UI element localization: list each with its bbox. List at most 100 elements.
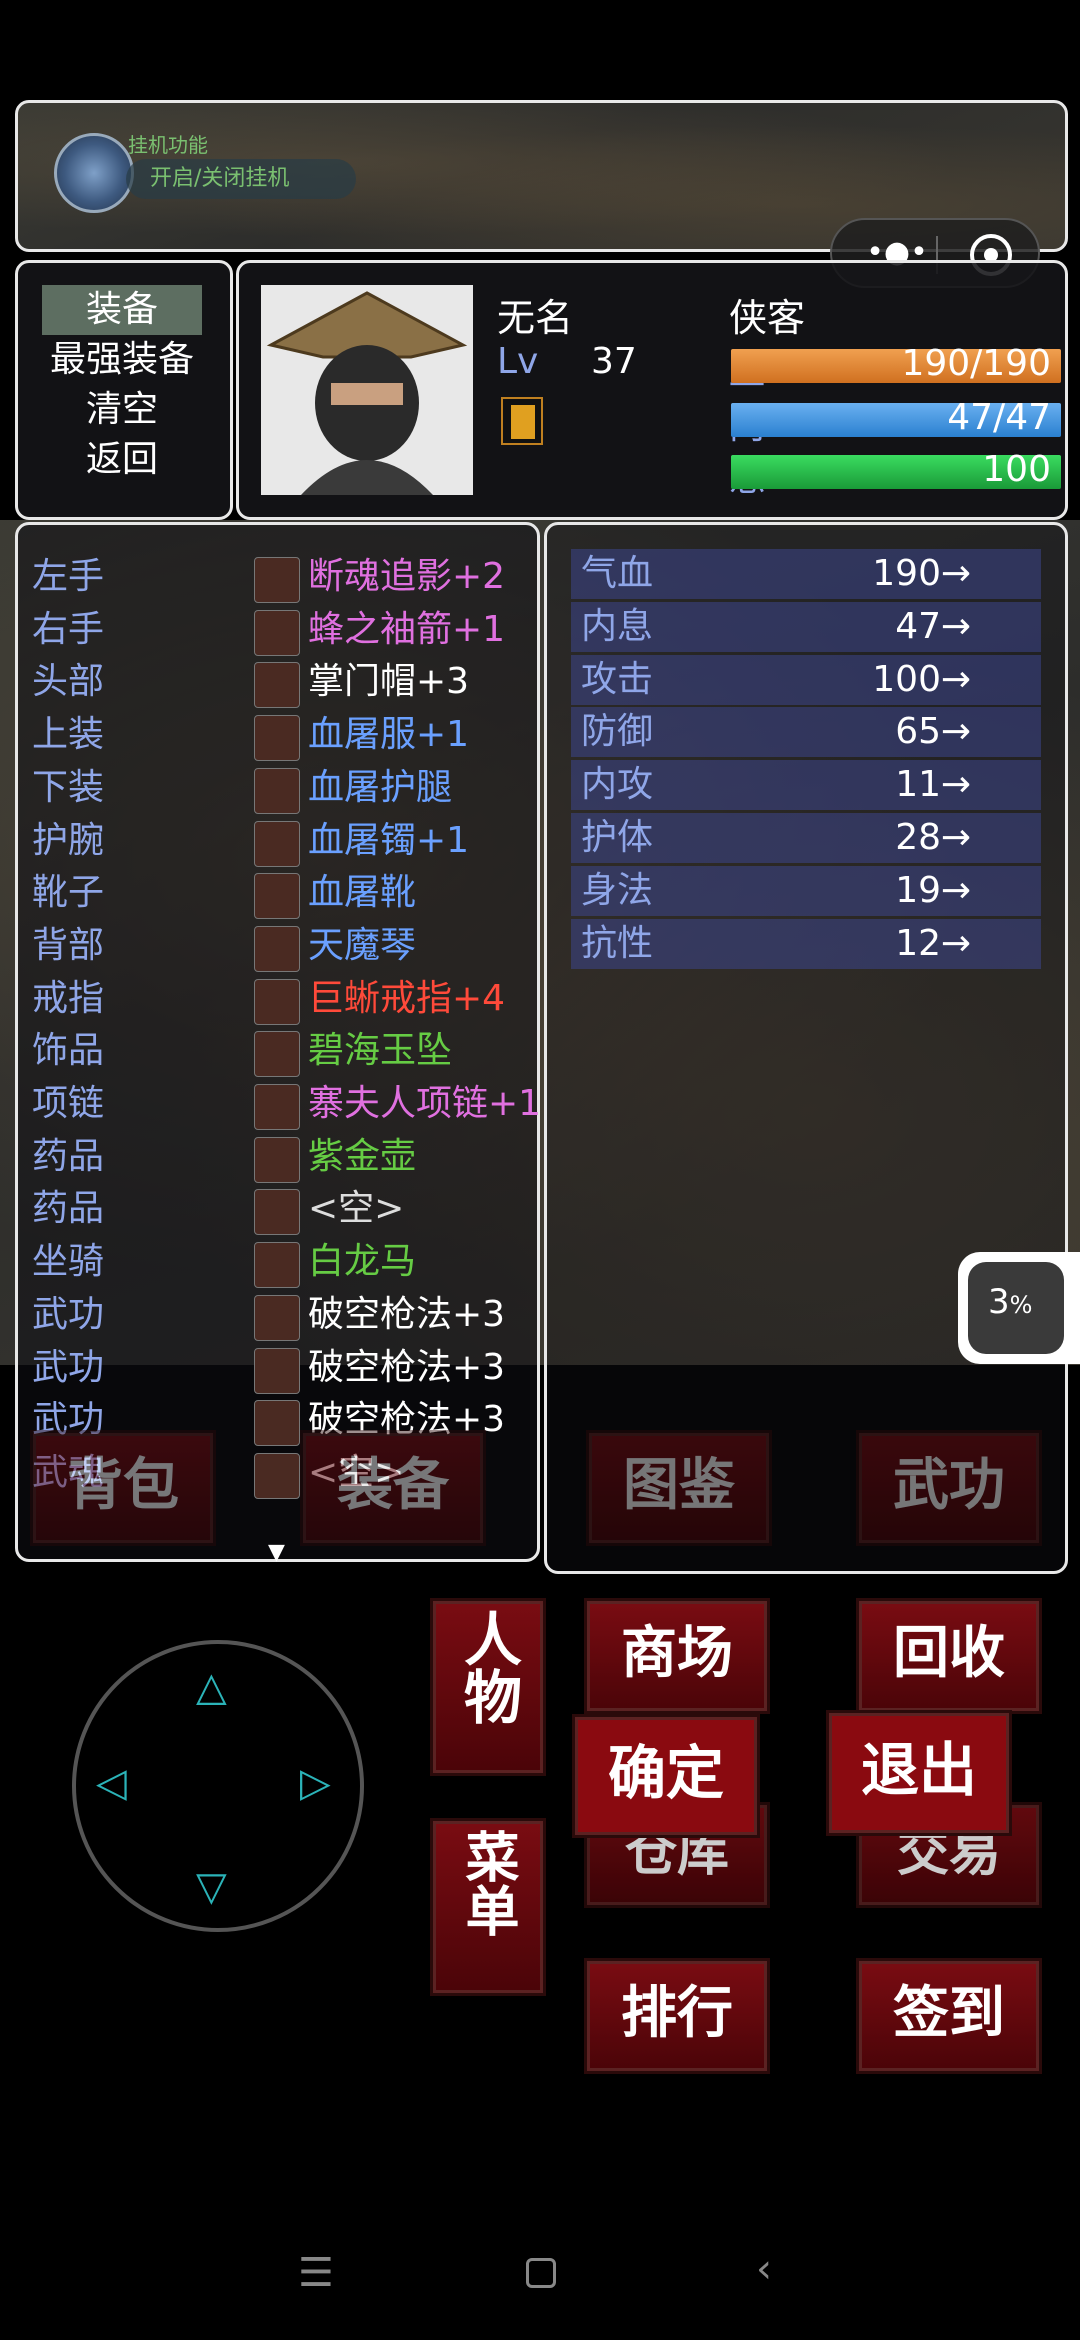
side-menu-panel: 装备 最强装备 清空 返回 bbox=[15, 260, 233, 520]
item-icon[interactable] bbox=[254, 820, 300, 867]
percent-badge[interactable]: 3% bbox=[958, 1252, 1080, 1364]
equipment-item-name: 寨夫人项链+1 bbox=[308, 1083, 542, 1124]
token-icon[interactable] bbox=[501, 397, 543, 445]
dpad-down-icon[interactable]: ▽ bbox=[196, 1864, 227, 1910]
item-icon[interactable] bbox=[254, 1084, 300, 1130]
confirm-button[interactable]: 确定 bbox=[572, 1714, 760, 1838]
dpad-right-icon[interactable]: ▷ bbox=[300, 1760, 331, 1806]
exit-button[interactable]: 退出 bbox=[826, 1710, 1012, 1836]
equipment-item-name: 碧海玉坠 bbox=[308, 1030, 453, 1072]
equipment-row[interactable]: 武功 破空枪法+3 bbox=[32, 1289, 505, 1341]
stat-value: 47 bbox=[895, 605, 941, 647]
equipment-row[interactable]: 戒指 巨蜥戒指+4 bbox=[32, 973, 505, 1025]
item-icon[interactable] bbox=[254, 1347, 300, 1394]
equipment-item-name: 破空枪法+3 bbox=[308, 1346, 506, 1388]
item-icon[interactable] bbox=[254, 873, 300, 920]
dpad-up-icon[interactable]: △ bbox=[196, 1664, 227, 1710]
equipment-slot-label: 武功 bbox=[32, 1346, 105, 1388]
stat-name: 防御 bbox=[581, 711, 654, 753]
item-icon[interactable] bbox=[254, 978, 300, 1025]
stat-name: 身法 bbox=[581, 869, 654, 911]
stat-row: 内息 47 → bbox=[571, 601, 1041, 652]
stat-row: 抗性 12 → bbox=[571, 918, 1041, 969]
equipment-slot-label: 左手 bbox=[32, 556, 105, 597]
shop-button[interactable]: 商场 bbox=[584, 1598, 770, 1714]
bg-menu-button: 背包 bbox=[30, 1430, 216, 1546]
menu-button[interactable]: 菜单 bbox=[430, 1818, 546, 1996]
bg-menu-button: 装备 bbox=[300, 1430, 486, 1546]
equipment-row[interactable]: 头部 掌门帽+3 bbox=[32, 656, 469, 709]
stat-arrow: → bbox=[940, 764, 971, 806]
stat-arrow: → bbox=[940, 869, 971, 911]
item-icon[interactable] bbox=[254, 1294, 300, 1341]
equipment-item-name: 白龙马 bbox=[308, 1241, 417, 1283]
equipment-row[interactable]: 上装 血屠服+1 bbox=[32, 709, 469, 762]
equipment-slot-label: 坐骑 bbox=[32, 1241, 105, 1283]
stat-arrow: → bbox=[940, 711, 971, 753]
equipment-row[interactable]: 项链 寨夫人项链+1 bbox=[32, 1078, 541, 1130]
recycle-button[interactable]: 回收 bbox=[856, 1598, 1042, 1714]
equipment-row[interactable]: 坐骑 白龙马 bbox=[32, 1236, 416, 1289]
equipment-slot-label: 戒指 bbox=[32, 977, 105, 1019]
side-menu-item[interactable]: 最强装备 bbox=[42, 335, 202, 385]
equipment-row[interactable]: 药品 紫金壶 bbox=[32, 1131, 416, 1183]
equipment-row[interactable]: 左手 断魂追影+2 bbox=[32, 551, 505, 603]
item-icon[interactable] bbox=[254, 767, 300, 814]
back-icon[interactable]: ‹ bbox=[756, 2246, 772, 2292]
mp-text: 47/47 bbox=[947, 397, 1051, 438]
stat-row: 气血 190 → bbox=[571, 549, 1041, 599]
equipment-row[interactable]: 饰品 碧海玉坠 bbox=[32, 1025, 452, 1078]
character-portrait bbox=[261, 285, 473, 495]
recent-apps-icon[interactable]: ☰ bbox=[298, 2250, 334, 2296]
stat-name: 内攻 bbox=[581, 764, 654, 806]
hp-text: 190/190 bbox=[901, 343, 1051, 384]
home-icon[interactable] bbox=[526, 2258, 556, 2288]
equipment-slot-label: 靴子 bbox=[32, 872, 105, 914]
equipment-row[interactable]: 护腕 血屠镯+1 bbox=[32, 815, 469, 867]
equipment-row[interactable]: 靴子 血屠靴 bbox=[32, 867, 416, 920]
dpad[interactable]: △ ▽ ◁ ▷ bbox=[72, 1640, 364, 1932]
equipment-slot-label: 项链 bbox=[32, 1083, 105, 1124]
stat-name: 内息 bbox=[581, 605, 654, 647]
stat-value: 19 bbox=[895, 869, 941, 911]
auto-play-toggle[interactable]: 开启/关闭挂机 bbox=[126, 159, 356, 199]
side-menu-item[interactable]: 装备 bbox=[42, 285, 202, 335]
character-button[interactable]: 人物 bbox=[430, 1598, 546, 1776]
dpad-left-icon[interactable]: ◁ bbox=[96, 1760, 127, 1806]
item-icon[interactable] bbox=[254, 1242, 300, 1289]
equipment-row[interactable]: 下装 血屠护腿 bbox=[32, 762, 452, 814]
item-icon[interactable] bbox=[254, 557, 300, 603]
equipment-row[interactable]: 武功 破空枪法+3 bbox=[32, 1342, 505, 1394]
auto-play-emblem-icon[interactable] bbox=[54, 133, 134, 213]
item-icon[interactable] bbox=[254, 925, 300, 972]
bg-menu-button: 图鉴 bbox=[586, 1430, 772, 1546]
stat-row: 内攻 11 → bbox=[571, 760, 1041, 811]
item-icon[interactable] bbox=[254, 609, 300, 656]
equipment-row[interactable]: 药品 <空> bbox=[32, 1183, 404, 1236]
bg-button-row: 背包 装备 图鉴 武功 bbox=[30, 1430, 1060, 1550]
side-menu-item[interactable]: 清空 bbox=[42, 385, 202, 435]
item-icon[interactable] bbox=[254, 715, 300, 762]
equipment-item-name: 血屠服+1 bbox=[308, 714, 470, 756]
equipment-item-name: 天魔琴 bbox=[308, 924, 417, 966]
equipment-item-name: 血屠护腿 bbox=[308, 766, 453, 808]
item-icon[interactable] bbox=[254, 662, 300, 709]
item-icon[interactable] bbox=[254, 1136, 300, 1183]
equipment-row[interactable]: 背部 天魔琴 bbox=[32, 920, 416, 972]
stat-row: 护体 28 → bbox=[571, 813, 1041, 863]
stat-value: 65 bbox=[895, 711, 941, 753]
stat-value: 100 bbox=[872, 658, 941, 700]
equipment-slot-label: 下装 bbox=[32, 766, 105, 808]
equipment-slot-label: 右手 bbox=[32, 608, 105, 650]
equipment-row[interactable]: 右手 蜂之袖箭+1 bbox=[32, 604, 505, 656]
stat-value: 12 bbox=[895, 922, 941, 964]
equipment-slot-label: 上装 bbox=[32, 714, 105, 756]
equipment-item-name: 血屠靴 bbox=[308, 872, 417, 914]
equipment-item-name: 蜂之袖箭+1 bbox=[308, 608, 506, 650]
item-icon[interactable] bbox=[254, 1031, 300, 1078]
item-icon[interactable] bbox=[254, 1189, 300, 1236]
sign-in-button[interactable]: 签到 bbox=[856, 1958, 1042, 2074]
ranking-button[interactable]: 排行 bbox=[584, 1958, 770, 2074]
equipment-slot-label: 药品 bbox=[32, 1188, 105, 1230]
side-menu-item[interactable]: 返回 bbox=[42, 435, 202, 485]
